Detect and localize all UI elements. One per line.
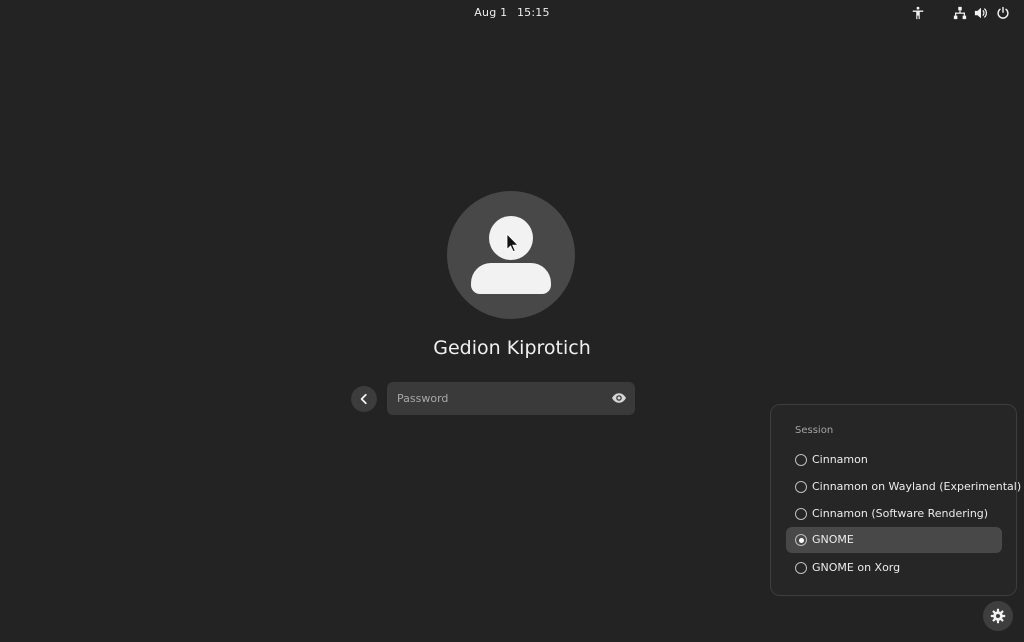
- login-screen: Aug 1 15:15 Gedion Kiprotich Session Cin…: [0, 0, 1024, 642]
- top-bar: Aug 1 15:15: [0, 0, 1024, 26]
- chevron-left-icon: [360, 393, 367, 405]
- session-item-gnome-xorg[interactable]: GNOME on Xorg: [786, 555, 1002, 581]
- session-menu: Session Cinnamon Cinnamon on Wayland (Ex…: [770, 404, 1021, 596]
- session-item-label: GNOME on Xorg: [812, 561, 901, 574]
- session-item-label: Cinnamon (Software Rendering): [812, 507, 989, 520]
- clock-time: 15:15: [516, 6, 550, 19]
- username-label: Gedion Kiprotich: [433, 337, 591, 359]
- session-item-cinnamon-software[interactable]: Cinnamon (Software Rendering): [786, 501, 1002, 527]
- radio-dot: [798, 537, 804, 543]
- network-icon[interactable]: [952, 5, 968, 21]
- password-field[interactable]: [387, 382, 635, 415]
- session-item-cinnamon-wayland[interactable]: Cinnamon on Wayland (Experimental): [786, 474, 1021, 500]
- user-avatar: [447, 191, 575, 319]
- radio-button[interactable]: [795, 562, 807, 574]
- radio-button-selected[interactable]: [795, 534, 807, 546]
- power-icon[interactable]: [995, 5, 1011, 21]
- session-item-gnome[interactable]: GNOME: [786, 527, 1002, 553]
- session-settings-button[interactable]: [983, 601, 1013, 631]
- volume-icon[interactable]: [973, 5, 989, 21]
- radio-button[interactable]: [795, 454, 807, 466]
- session-menu-title: Session: [795, 425, 834, 436]
- session-item-cinnamon[interactable]: Cinnamon: [786, 447, 1002, 473]
- clock-date: Aug 1: [474, 6, 508, 19]
- session-item-label: GNOME: [812, 533, 854, 546]
- accessibility-icon[interactable]: [910, 5, 926, 21]
- radio-button[interactable]: [795, 508, 807, 520]
- session-item-label: Cinnamon: [812, 453, 868, 466]
- clock[interactable]: Aug 1 15:15: [0, 6, 1024, 19]
- session-item-label: Cinnamon on Wayland (Experimental): [812, 480, 1022, 493]
- gear-icon: [990, 608, 1006, 624]
- back-button[interactable]: [351, 386, 377, 412]
- password-input[interactable]: [387, 382, 597, 415]
- radio-button[interactable]: [795, 481, 807, 493]
- user-silhouette-icon: [471, 216, 551, 294]
- show-password-icon[interactable]: [611, 390, 627, 406]
